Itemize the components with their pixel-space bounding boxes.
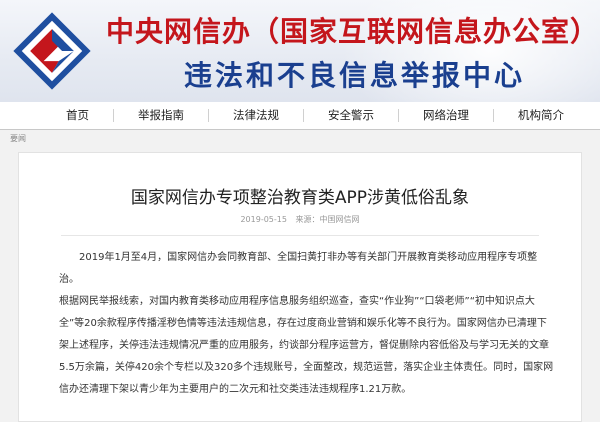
article-title: 国家网信办专项整治教育类APP涉黄低俗乱象 <box>130 188 470 208</box>
article-meta: 2019-05-15 来源：中国网信网 <box>19 214 581 225</box>
article-body: 2019年1月至4月，国家网信办会同教育部、全国扫黄打非办等有关部门开展教育类移… <box>59 247 555 401</box>
main-nav: 首页 举报指南 法律法规 安全警示 网络治理 机构简介 <box>0 102 600 130</box>
nav-item-about[interactable]: 机构简介 <box>494 109 588 122</box>
site-header: 中央网信办（国家互联网信息办公室） 违法和不良信息举报中心 <box>0 0 600 102</box>
nav-item-network-governance[interactable]: 网络治理 <box>399 109 494 122</box>
site-title-primary: 中央网信办（国家互联网信息办公室） <box>106 15 600 48</box>
breadcrumb[interactable]: 要闻 <box>0 130 600 144</box>
article-panel: 国家网信办专项整治教育类APP涉黄低俗乱象 2019-05-15 来源：中国网信… <box>18 152 582 422</box>
article-date: 2019-05-15 <box>240 215 287 224</box>
article-source: 来源：中国网信网 <box>295 215 360 224</box>
nav-item-home[interactable]: 首页 <box>42 109 114 122</box>
divider <box>61 235 539 236</box>
article-paragraph: 根据网民举报线索，对国内教育类移动应用程序信息服务组织巡查，查实“作业狗”“口袋… <box>59 296 554 395</box>
site-title-secondary: 违法和不良信息举报中心 <box>184 59 526 92</box>
nav-item-report-guide[interactable]: 举报指南 <box>114 109 209 122</box>
nav-item-security-alerts[interactable]: 安全警示 <box>304 109 399 122</box>
article-paragraph: 2019年1月至4月，国家网信办会同教育部、全国扫黄打非办等有关部门开展教育类移… <box>59 252 538 285</box>
nav-item-laws[interactable]: 法律法规 <box>209 109 304 122</box>
cac-logo-icon[interactable] <box>10 9 94 93</box>
